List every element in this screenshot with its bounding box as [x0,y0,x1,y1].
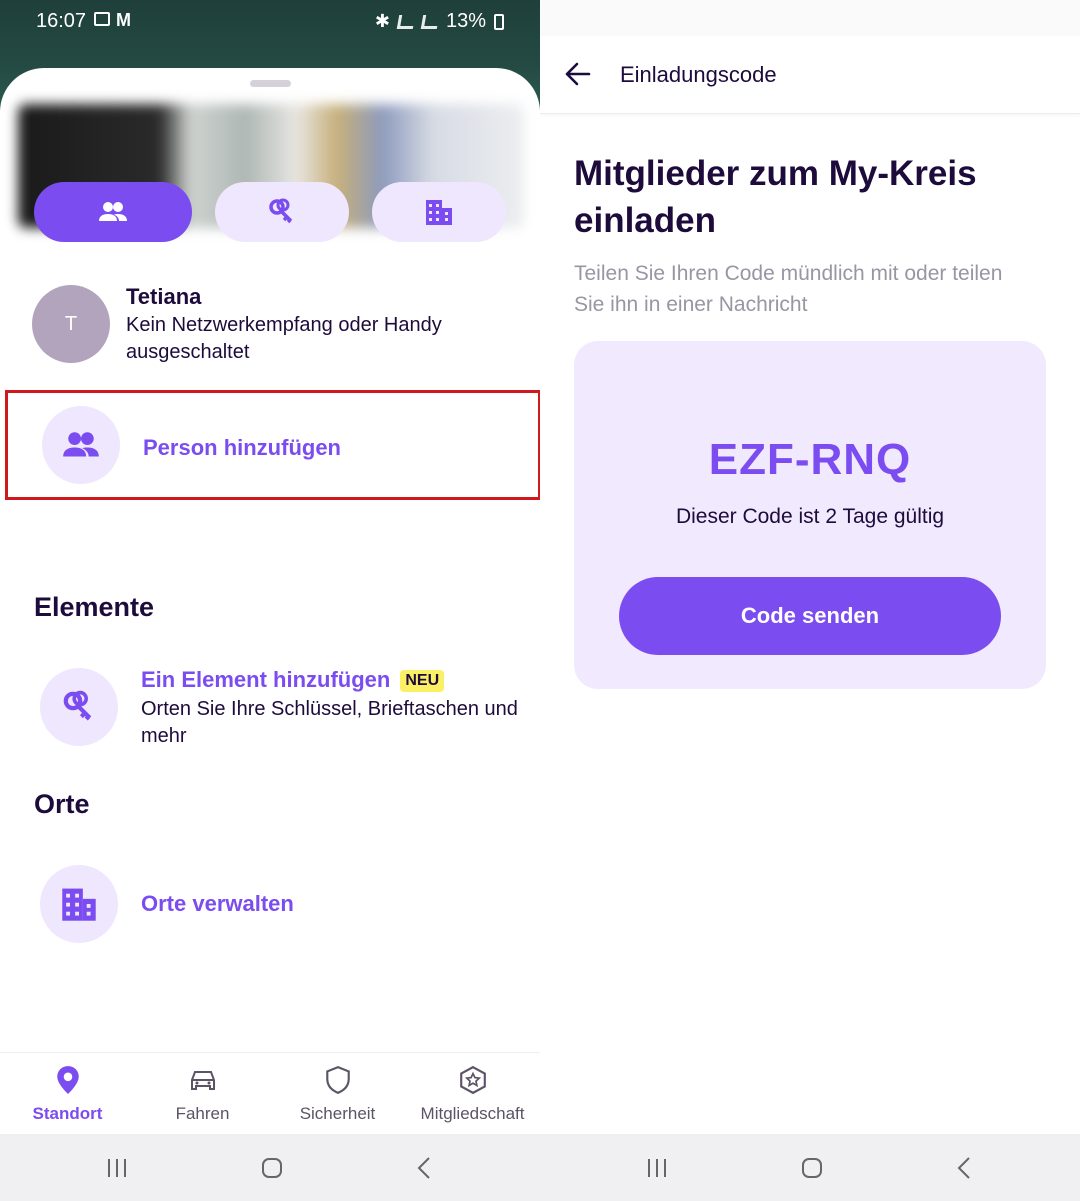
bottom-tab-bar: Standort Fahren Sicherheit Mitgliedschaf… [0,1052,540,1134]
battery-icon [494,13,504,30]
add-item-icon-circle [40,668,118,746]
people-filter-button[interactable] [34,182,192,242]
app-bar-title: Einladungscode [620,62,777,87]
home-icon[interactable] [800,1156,824,1180]
invite-code: EZF-RNQ [708,435,912,484]
code-validity: Dieser Code ist 2 Tage gültig [675,505,945,528]
add-item-description: Orten Sie Ihre Schlüssel, Brieftaschen u… [141,698,518,747]
add-person-icon-circle [42,406,120,484]
member-row-tetiana[interactable]: T Tetiana Kein Netzwerkempfang oder Hand… [32,284,522,364]
people-icon [63,432,99,457]
status-right: ✱ 13% [375,10,504,33]
status-bar-faded [540,0,1080,36]
mail-icon: M [116,10,131,30]
back-arrow-icon[interactable] [564,60,592,88]
recents-icon[interactable] [105,1157,129,1179]
page-title: Mitglieder zum My-Kreis einladen [574,154,977,240]
tab-standort[interactable]: Standort [0,1065,135,1124]
gallery-icon [94,12,110,26]
recents-icon[interactable] [645,1157,669,1179]
tab-label: Fahren [175,1104,230,1123]
home-icon[interactable] [260,1156,284,1180]
system-nav-bar [0,1134,540,1201]
add-item-title: Ein Element hinzufügen [141,667,391,692]
keys-icon [63,690,92,721]
right-screen: Einladungscode Mitglieder zum My-Kreis e… [540,0,1080,1201]
tab-label: Sicherheit [299,1104,376,1123]
new-badge: NEU [400,670,445,692]
back-nav-icon[interactable] [415,1156,435,1180]
filter-pills [0,182,540,244]
keys-filter-button[interactable] [215,182,349,242]
tab-label: Standort [32,1104,103,1123]
invite-code-card: EZF-RNQ Dieser Code ist 2 Tage gültig Co… [574,341,1046,689]
elements-heading: Elemente [34,592,155,622]
car-icon [190,1071,215,1090]
wifi-icon [396,14,416,29]
signal-icon [420,14,440,29]
send-code-button[interactable]: Code senden [619,577,1001,655]
add-person-row-highlight[interactable]: Person hinzufügen [5,390,540,500]
manage-places-label: Orte verwalten [141,891,294,916]
manage-places-icon-circle [40,865,118,943]
tab-sicherheit[interactable]: Sicherheit [270,1065,405,1124]
bluetooth-icon: ✱ [374,11,390,31]
page-subtitle: Teilen Sie Ihren Code mündlich mit oder … [574,262,1003,316]
building-icon [62,888,96,921]
back-nav-icon[interactable] [955,1156,975,1180]
member-name: Tetiana [126,284,202,309]
tab-fahren[interactable]: Fahren [135,1065,270,1124]
places-filter-button[interactable] [372,182,506,242]
system-nav-bar [540,1134,1080,1201]
shield-icon [325,1065,350,1095]
tab-mitgliedschaft[interactable]: Mitgliedschaft [405,1065,540,1124]
add-person-label: Person hinzufügen [143,435,341,460]
building-icon [426,200,452,225]
battery-level: 13% [445,10,486,32]
tab-label: Mitgliedschaft [420,1104,525,1123]
places-heading: Orte [34,789,90,819]
status-time: 16:07 [36,10,87,32]
member-status: Kein Netzwerkempfang oder Handy ausgesch… [126,314,442,363]
keys-icon [269,198,293,224]
people-icon [99,202,127,221]
left-screen: 16:07 M ✱ 13% T Tetiana Kein Netzwerkemp… [0,0,540,1201]
avatar: T [32,285,110,363]
sheet-drag-handle[interactable] [250,80,291,87]
star-badge-icon [459,1065,486,1095]
app-bar: Einladungscode [540,36,1080,114]
location-pin-icon [56,1066,79,1094]
notification-icons: M [94,10,131,30]
add-item-title-line: Ein Element hinzufügen NEU [141,667,445,693]
